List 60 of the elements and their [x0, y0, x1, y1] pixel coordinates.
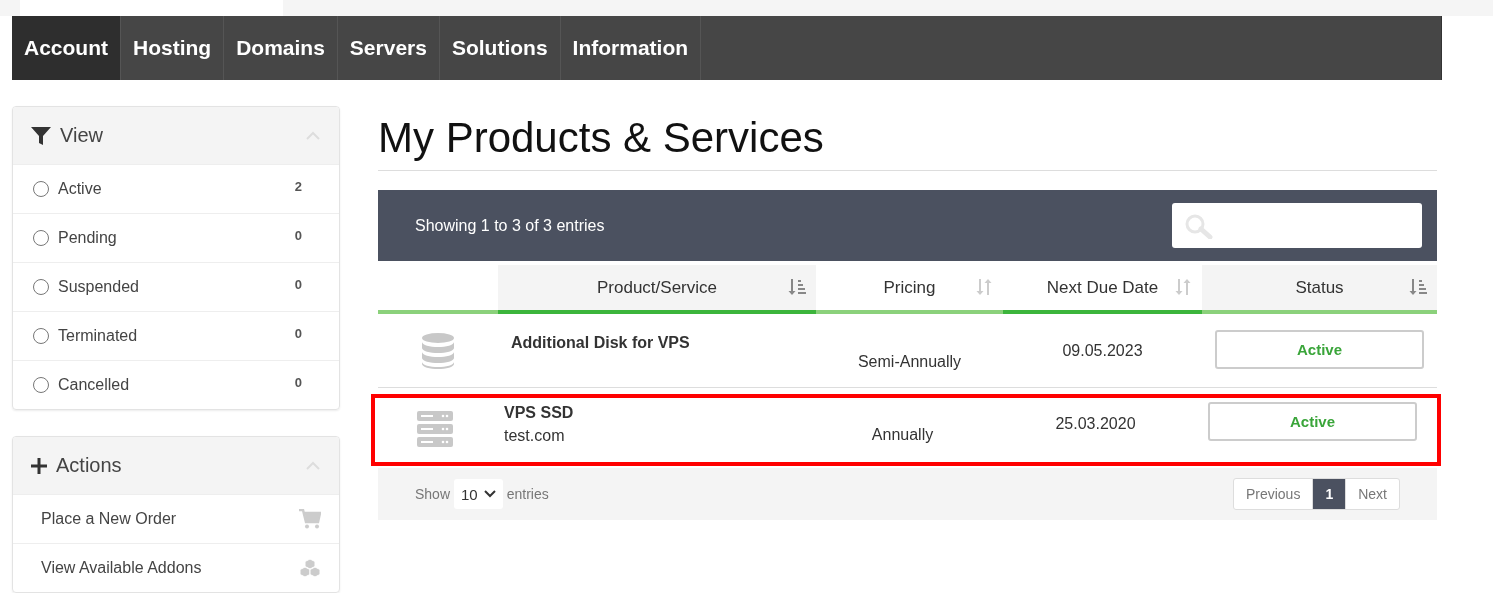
filter-item[interactable]: Active 2	[13, 164, 339, 213]
nav-tab[interactable]: Hosting	[121, 16, 225, 80]
nav-tab[interactable]: Domains	[224, 16, 338, 80]
filter-item[interactable]: Terminated 0	[13, 311, 339, 360]
sort-descending-icon	[1409, 278, 1427, 296]
page-size-select[interactable]: 10	[454, 479, 503, 509]
sort-icon	[1174, 278, 1192, 296]
filter-label: Suspended	[58, 278, 140, 296]
pagination-link[interactable]: Next	[1345, 479, 1399, 509]
filter-count: 0	[294, 277, 302, 292]
plus-icon	[31, 457, 47, 474]
page-title: My Products & Services	[378, 114, 1437, 171]
chevron-down-icon	[483, 490, 496, 498]
length-label: entries	[506, 486, 549, 502]
entries-info: Showing 1 to 3 of 3 entries	[415, 216, 605, 235]
panel-title: View	[60, 124, 104, 147]
status-label: Active	[1208, 402, 1417, 441]
action-link[interactable]: Place a New Order	[13, 494, 339, 543]
filter-count: 0	[294, 228, 302, 243]
panel-title: Actions	[56, 454, 123, 477]
status-label: Active	[1215, 330, 1424, 369]
filter-label: Cancelled	[58, 376, 131, 394]
search-field[interactable]	[1172, 203, 1422, 248]
filter-label: Active	[58, 180, 103, 198]
database-icon	[421, 332, 455, 369]
column-header[interactable]: Product/Service	[498, 265, 816, 314]
nav-tab[interactable]: Solutions	[439, 16, 561, 80]
filter-item[interactable]: Cancelled 0	[13, 360, 339, 409]
nav-tab[interactable]: Information	[560, 16, 702, 80]
filter-count: 0	[294, 375, 302, 390]
length-label: Show	[415, 486, 451, 502]
action-label: Place a New Order	[41, 510, 178, 528]
sort-descending-icon	[788, 278, 806, 296]
nav-tab[interactable]: Account	[12, 16, 121, 80]
filter-count: 2	[294, 179, 302, 194]
cart-icon	[299, 509, 321, 529]
sort-icon	[975, 278, 993, 296]
filter-icon	[31, 126, 51, 145]
product-name: Additional Disk for VPS	[511, 334, 691, 352]
filter-label: Terminated	[58, 327, 139, 345]
filter-item[interactable]: Pending 0	[13, 213, 339, 262]
pagination-link[interactable]: Previous	[1233, 479, 1313, 509]
due-date: 09.05.2023	[1062, 342, 1143, 361]
product-domain: test.com	[504, 427, 566, 445]
server-icon	[416, 411, 453, 447]
action-link[interactable]: View Available Addons	[13, 543, 339, 592]
nav-tab[interactable]: Servers	[337, 16, 440, 80]
product-name: VPS SSD	[504, 404, 575, 422]
due-date: 25.03.2020	[1055, 415, 1136, 434]
search-icon	[1184, 212, 1214, 239]
filter-label: Pending	[58, 229, 118, 247]
column-header[interactable]: Pricing	[816, 265, 1003, 314]
billing-cycle: Annually	[871, 426, 934, 445]
pagination-link[interactable]: 1	[1312, 479, 1346, 509]
filter-count: 0	[294, 326, 302, 341]
column-header[interactable]: Status	[1202, 265, 1437, 314]
billing-cycle: Semi-Annually	[857, 353, 962, 372]
action-label: View Available Addons	[41, 559, 203, 577]
filter-item[interactable]: Suspended 0	[13, 262, 339, 311]
cubes-icon	[299, 558, 321, 578]
